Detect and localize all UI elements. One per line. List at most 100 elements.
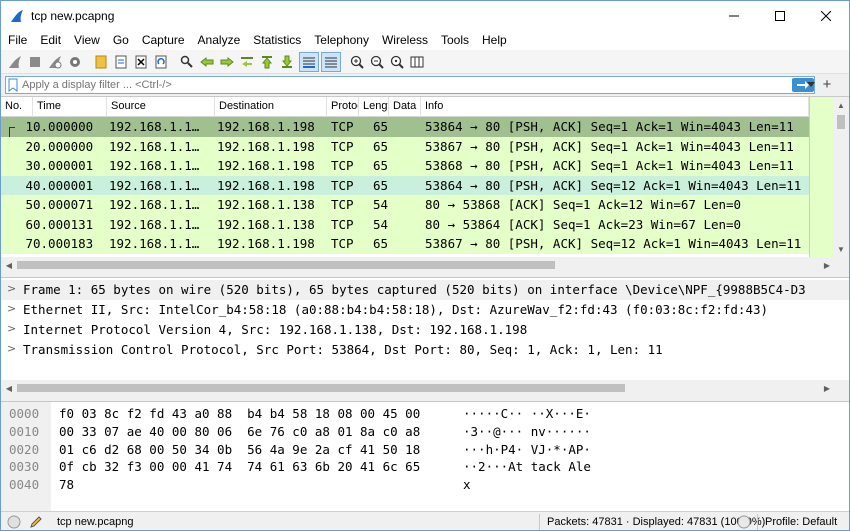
packet-details-pane: > Frame 1: 65 bytes on wire (520 bits), …: [1, 277, 849, 396]
col-time[interactable]: Time: [33, 97, 107, 117]
go-forward-button[interactable]: [217, 52, 237, 72]
go-first-button[interactable]: [257, 52, 277, 72]
edit-comment-icon[interactable]: [29, 515, 43, 529]
detail-row-ipv4[interactable]: > Internet Protocol Version 4, Src: 192.…: [1, 320, 849, 340]
hex-ascii[interactable]: ·3··@··· nv······: [463, 424, 591, 439]
go-back-button[interactable]: [197, 52, 217, 72]
hex-ascii[interactable]: x: [463, 477, 471, 492]
cell-time: 0.000131: [33, 216, 94, 232]
hex-bytes[interactable]: 78: [59, 477, 74, 492]
hex-bytes[interactable]: 0f cb 32 f3 00 00 41 74 74 61 63 6b 20 4…: [59, 459, 420, 474]
col-no[interactable]: No.: [1, 97, 33, 117]
hex-row: 0030 0f cb 32 f3 00 00 41 74 74 61 63 6b …: [1, 458, 849, 476]
hex-ascii[interactable]: ···h·P4· VJ·*·AP·: [463, 442, 591, 457]
menu-file[interactable]: File: [1, 31, 33, 50]
autoscroll-button[interactable]: [299, 52, 319, 72]
menu-edit[interactable]: Edit: [33, 31, 67, 50]
display-filter-input[interactable]: [22, 77, 762, 93]
capture-options-button[interactable]: [65, 52, 85, 72]
packet-list-vscroll[interactable]: ▲ ▼: [833, 97, 849, 257]
cell-destination: 192.168.1.138: [217, 216, 315, 232]
zoom-out-button[interactable]: [367, 52, 387, 72]
cell-no: 5: [25, 197, 33, 212]
details-hscroll[interactable]: ◀ ▶: [1, 380, 849, 396]
menu-statistics[interactable]: Statistics: [246, 31, 307, 50]
menu-wireless[interactable]: Wireless: [375, 31, 434, 50]
chevron-right-icon[interactable]: >: [7, 342, 16, 355]
cell-length: 54: [373, 197, 389, 212]
start-capture-button[interactable]: [5, 52, 25, 72]
details-hscroll-thumb[interactable]: [17, 384, 625, 392]
chevron-down-icon: [807, 82, 815, 87]
expert-info-icon[interactable]: [7, 515, 21, 529]
col-data[interactable]: Data: [389, 97, 421, 117]
scroll-right-icon[interactable]: ▶: [819, 380, 835, 396]
table-row[interactable]: 4 0.000001 192.168.1.1… 192.168.1.198 TCP 65 5…: [1, 175, 833, 195]
col-destination[interactable]: Destination: [215, 97, 327, 117]
add-filter-button-icon[interactable]: +: [819, 75, 835, 93]
restart-icon: [49, 56, 62, 69]
hex-bytes[interactable]: 00 33 07 ae 40 00 80 06 6e 76 c0 a8 01 8…: [59, 424, 420, 439]
minimize-button[interactable]: [711, 1, 757, 31]
menu-help[interactable]: Help: [475, 31, 513, 50]
detail-text: Frame 1: 65 bytes on wire (520 bits), 65…: [23, 282, 806, 297]
menu-analyze[interactable]: Analyze: [191, 31, 247, 50]
find-packet-icon: [180, 55, 193, 68]
zoom-normal-button[interactable]: [387, 52, 407, 72]
table-row[interactable]: 2 0.000000 192.168.1.1… 192.168.1.198 TCP 65 5…: [1, 136, 833, 156]
col-source[interactable]: Source: [107, 97, 215, 117]
save-file-button[interactable]: [111, 52, 131, 72]
bookmark-icon[interactable]: [7, 78, 19, 92]
detail-row-tcp[interactable]: > Transmission Control Protocol, Src Por…: [1, 340, 849, 360]
col-protocol[interactable]: Protoc: [327, 97, 359, 117]
scroll-left-icon[interactable]: ◀: [1, 380, 17, 396]
cell-length: 65: [373, 236, 389, 251]
hex-ascii[interactable]: ··2···At tack Ale: [463, 459, 591, 474]
hex-bytes[interactable]: 01 c6 d2 68 00 50 34 0b 56 4a 9e 2a cf 4…: [59, 442, 420, 457]
col-length[interactable]: Lengt: [359, 97, 389, 117]
chevron-right-icon[interactable]: >: [7, 282, 16, 295]
hex-bytes[interactable]: f0 03 8c f2 fd 43 a0 88 b4 b4 58 18 08 0…: [59, 406, 420, 421]
menu-go[interactable]: Go: [106, 31, 135, 50]
table-row[interactable]: 7 0.000183 192.168.1.1… 192.168.1.198 TCP 65 5…: [1, 234, 833, 254]
cell-protocol: TCP: [331, 236, 354, 251]
resize-columns-button[interactable]: [407, 52, 427, 72]
status-packet-count: Packets: 47831 · Displayed: 47831 (100.0…: [547, 516, 766, 528]
detail-row-ethernet[interactable]: > Ethernet II, Src: IntelCor_b4:58:18 (a…: [1, 300, 849, 320]
go-to-packet-button[interactable]: [237, 52, 257, 72]
hex-ascii[interactable]: ·····C·· ··X···E·: [463, 406, 591, 421]
zoom-in-button[interactable]: [347, 52, 367, 72]
status-profile[interactable]: Profile: Default: [765, 516, 837, 528]
table-row[interactable]: 1 0.000000 192.168.1.1… 192.168.1.198 TCP 65 5…: [1, 117, 833, 137]
close-file-button[interactable]: [131, 52, 151, 72]
cell-protocol: TCP: [331, 138, 354, 154]
restart-capture-button[interactable]: [45, 52, 65, 72]
colorize-button[interactable]: [321, 52, 341, 72]
filter-history-dropdown[interactable]: [806, 77, 816, 93]
table-row[interactable]: 6 0.000131 192.168.1.1… 192.168.1.138 TCP 54 8…: [1, 214, 833, 234]
go-back-icon: [200, 56, 214, 68]
menu-capture[interactable]: Capture: [135, 31, 191, 50]
maximize-button[interactable]: [757, 1, 803, 31]
scroll-down-icon[interactable]: ▼: [833, 241, 849, 257]
open-file-button[interactable]: [91, 52, 111, 72]
menu-tools[interactable]: Tools: [434, 31, 475, 50]
scroll-up-icon[interactable]: ▲: [833, 97, 849, 113]
find-packet-button[interactable]: [177, 52, 197, 72]
close-button[interactable]: [803, 1, 849, 31]
packet-list-hscroll-thumb[interactable]: [17, 261, 555, 269]
stop-capture-button[interactable]: [25, 52, 45, 72]
chevron-right-icon[interactable]: >: [7, 322, 16, 335]
chevron-right-icon[interactable]: >: [7, 302, 16, 315]
table-row[interactable]: 3 0.000001 192.168.1.1… 192.168.1.198 TCP 65 5…: [1, 156, 833, 176]
col-info[interactable]: Info: [421, 97, 809, 117]
menu-telephony[interactable]: Telephony: [307, 31, 375, 50]
menu-view[interactable]: View: [67, 31, 106, 50]
packet-minimap[interactable]: [809, 97, 833, 257]
packet-list-vscroll-thumb[interactable]: [837, 115, 845, 129]
table-row[interactable]: 5 0.000071 192.168.1.1… 192.168.1.138 TCP 54 8…: [1, 195, 833, 215]
detail-row-frame[interactable]: > Frame 1: 65 bytes on wire (520 bits), …: [1, 280, 849, 300]
cell-protocol: TCP: [331, 216, 354, 232]
reload-button[interactable]: [151, 52, 171, 72]
go-last-button[interactable]: [277, 52, 297, 72]
